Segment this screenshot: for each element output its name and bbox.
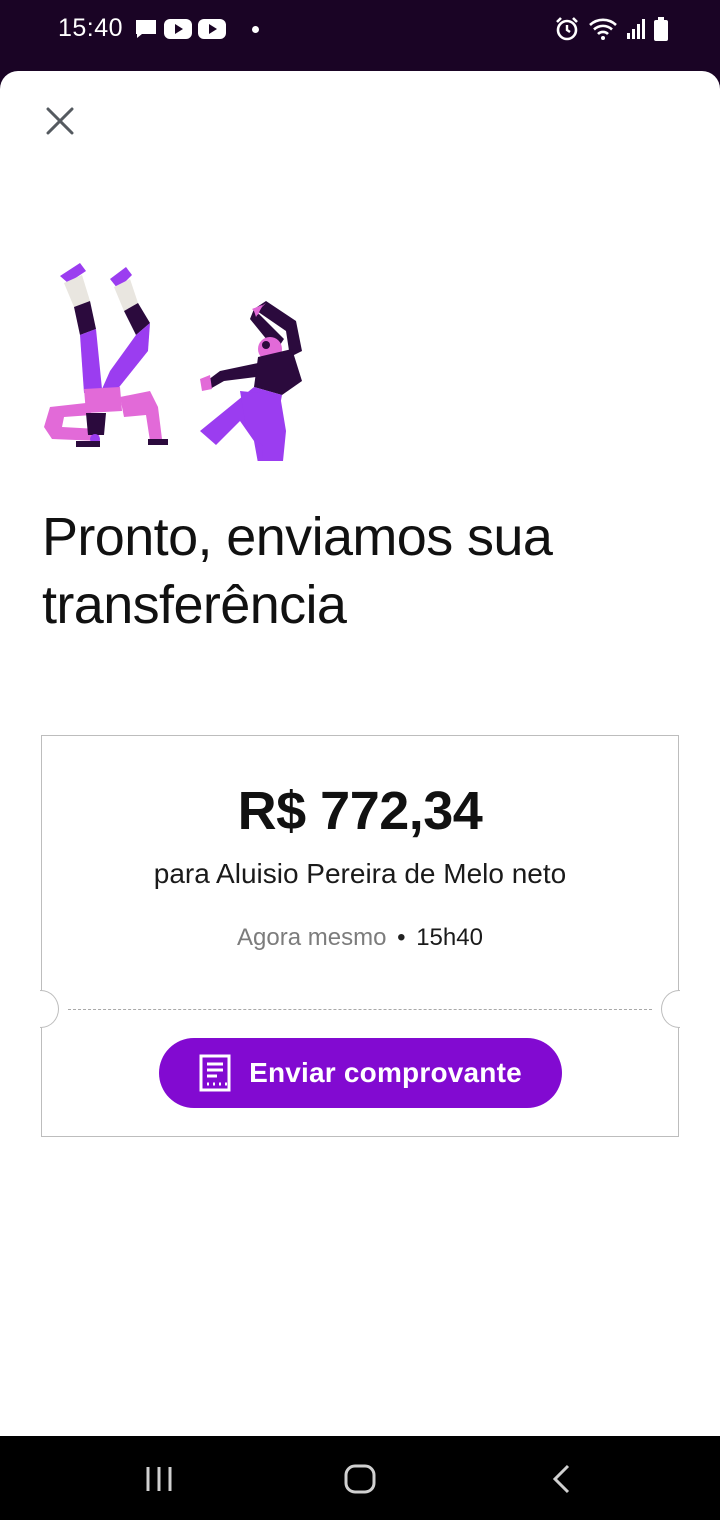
ticket-divider: [68, 1009, 652, 1010]
meta-separator: •: [397, 924, 406, 951]
notification-icons: [134, 17, 259, 41]
home-button[interactable]: [338, 1462, 382, 1496]
status-time: 15:40: [58, 14, 124, 42]
receipt-icon: [199, 1054, 231, 1092]
transfer-time: 15h40: [416, 924, 483, 951]
send-receipt-label: Enviar comprovante: [249, 1057, 522, 1088]
wifi-icon: [589, 18, 617, 40]
receipt-card: R$ 772,34 para Aluisio Pereira de Melo n…: [22, 735, 698, 1137]
navigation-bar: [0, 1436, 720, 1520]
send-receipt-button[interactable]: Enviar comprovante: [159, 1038, 562, 1108]
youtube-icon: [164, 19, 192, 39]
success-headline: Pronto, enviamos sua transferência: [42, 507, 553, 635]
home-icon: [344, 1464, 376, 1494]
transfer-meta: Agora mesmo • 15h40: [42, 924, 678, 952]
back-icon: [552, 1464, 570, 1494]
youtube-icon: [198, 19, 226, 39]
battery-icon: [654, 17, 668, 41]
close-icon: [46, 107, 74, 135]
recipient-name: para Aluisio Pereira de Melo neto: [153, 858, 567, 889]
transfer-success-sheet: Pronto, enviamos sua transferência R$ 77…: [0, 71, 720, 1436]
transfer-amount: R$ 772,34: [237, 781, 483, 841]
recent-apps-icon: [146, 1467, 172, 1491]
dancing-people-illustration: [44, 263, 302, 461]
system-icons: [554, 14, 668, 44]
close-button[interactable]: [38, 99, 82, 143]
message-icon: [136, 20, 156, 38]
signal-icon: [627, 19, 645, 39]
status-bar: 15:40: [0, 0, 720, 62]
back-button[interactable]: [540, 1462, 584, 1496]
alarm-icon: [556, 17, 578, 41]
recent-apps-button[interactable]: [137, 1462, 181, 1496]
transfer-when: Agora mesmo: [237, 924, 387, 951]
more-notifications-dot: [252, 25, 259, 33]
